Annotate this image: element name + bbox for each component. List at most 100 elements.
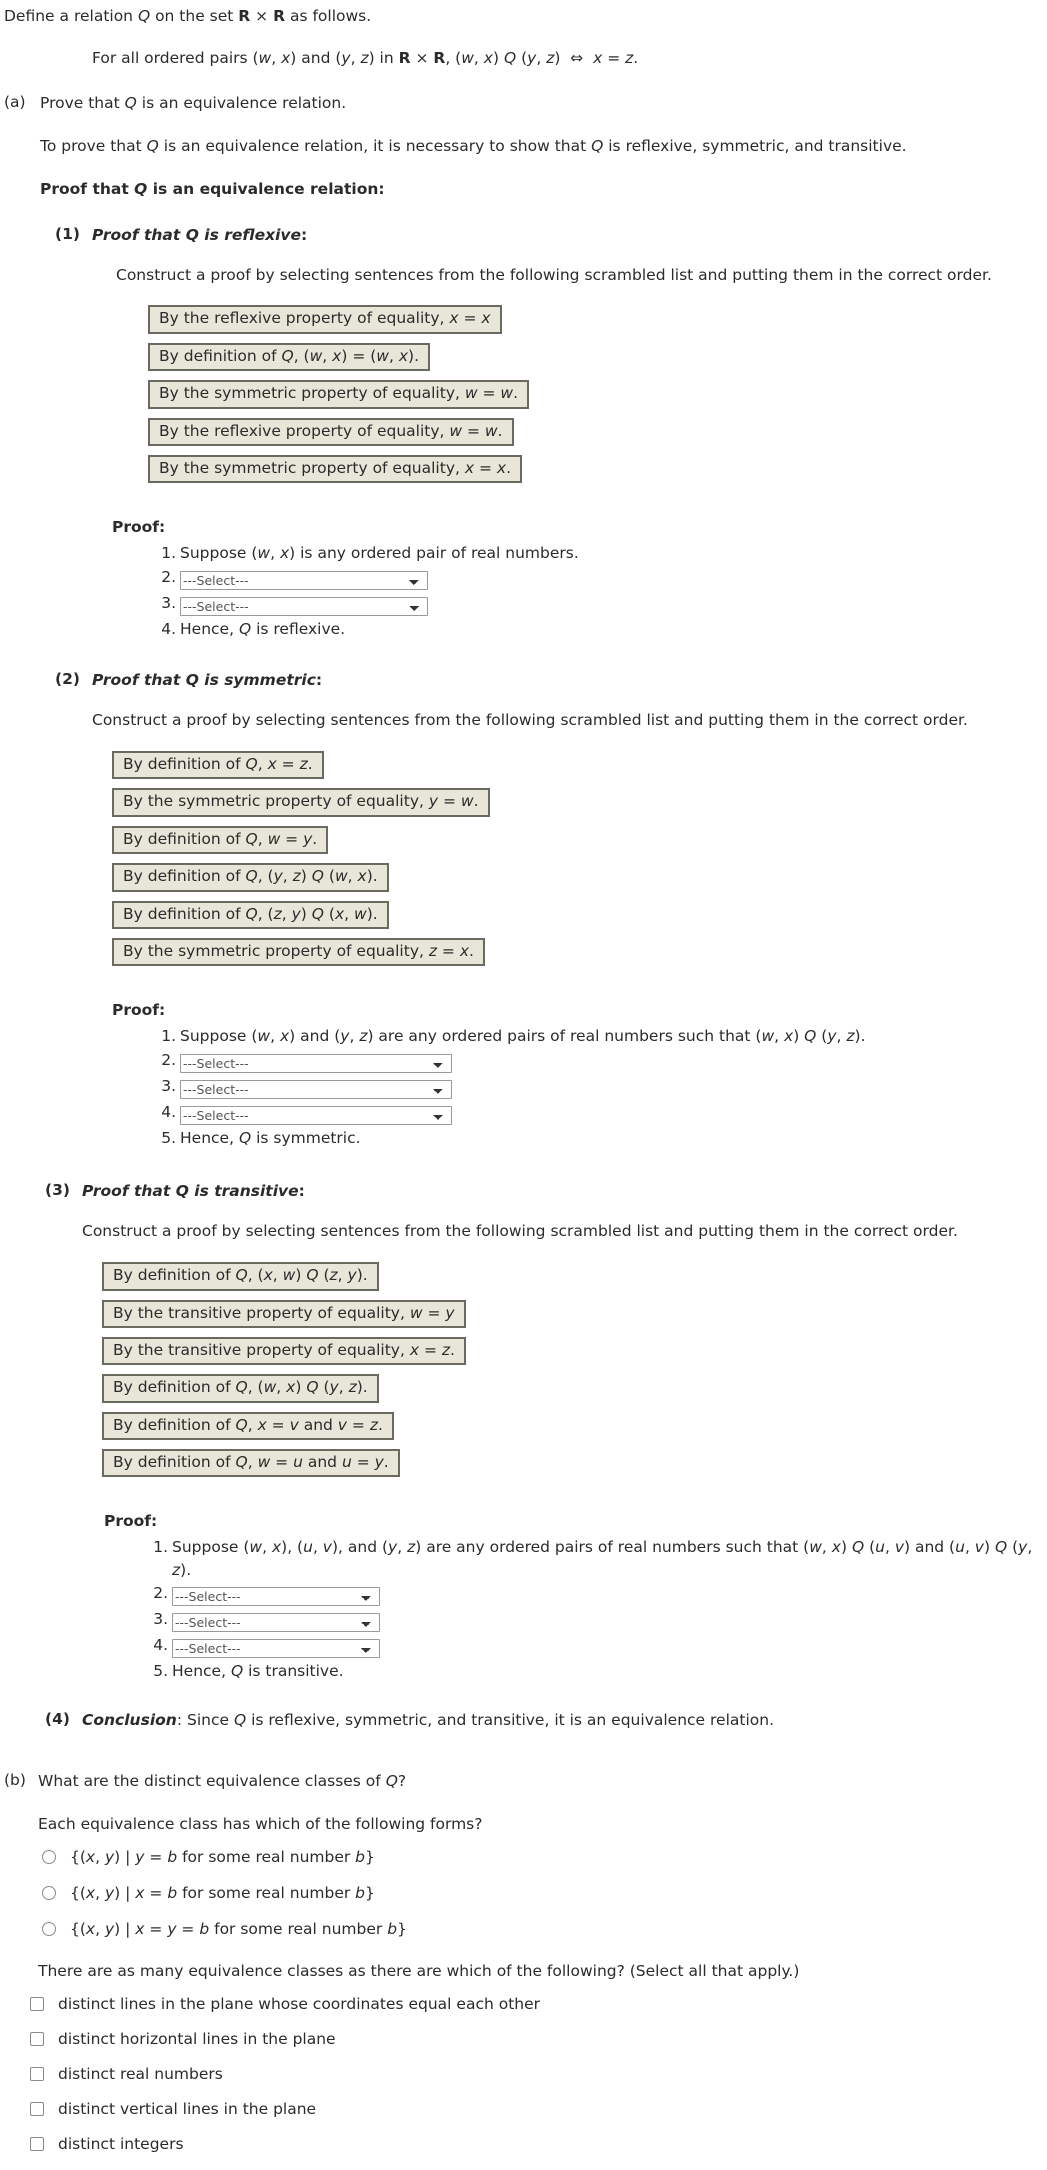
- proof-step: ---Select---: [154, 566, 1047, 590]
- checkbox-icon[interactable]: [30, 2032, 44, 2047]
- conclusion-block: (4) Conclusion: Since Q is reflexive, sy…: [0, 1710, 1047, 1731]
- proof-step: ---Select---: [146, 1582, 1047, 1607]
- relation-definition: Define a relation Q on the set R × R as …: [0, 0, 1047, 27]
- subproof-1-proof-steps: Suppose (w, x) is any ordered pair of re…: [92, 542, 1047, 640]
- checkbox-option-label: distinct horizontal lines in the plane: [58, 2030, 336, 2049]
- subproof-1-num: (1): [55, 224, 80, 243]
- relation-quantifier-text: For all ordered pairs (w, x) and (y, z) …: [92, 48, 639, 67]
- subproof-3-num: (3): [45, 1181, 70, 1200]
- subproof-transitive: (3) Proof that Q is transitive: Construc…: [0, 1181, 1047, 1683]
- scramble-item[interactable]: By the symmetric property of equality, x…: [148, 454, 523, 484]
- proof-step: ---Select---: [154, 1101, 1047, 1125]
- checkbox-option-group: distinct lines in the plane whose coordi…: [30, 1994, 1047, 2155]
- subproof-3-proof-steps: Suppose (w, x), (u, v), and (y, z) are a…: [82, 1536, 1047, 1683]
- radio-button-icon[interactable]: [42, 1921, 56, 1936]
- step-2-select[interactable]: ---Select---: [180, 1053, 452, 1073]
- step-2-select[interactable]: ---Select---: [180, 570, 428, 590]
- scramble-item[interactable]: By the reflexive property of equality, x…: [148, 305, 502, 334]
- part-b: (b) What are the distinct equivalence cl…: [0, 1771, 1047, 1792]
- subproof-1-construct: Construct a proof by selecting sentences…: [116, 265, 992, 284]
- part-a: (a) Prove that Q is an equivalence relat…: [0, 93, 1047, 200]
- radio-button-icon[interactable]: [42, 1885, 56, 1900]
- checkbox-option[interactable]: distinct lines in the plane whose coordi…: [30, 1994, 1047, 2014]
- checkbox-icon[interactable]: [30, 2067, 44, 2082]
- proof-step: ---Select---: [154, 1049, 1047, 1073]
- subproof-2-num: (2): [55, 670, 80, 689]
- checkbox-option[interactable]: distinct horizontal lines in the plane: [30, 2029, 1047, 2049]
- part-a-heading: Proof that Q is an equivalence relation:: [40, 179, 385, 198]
- scramble-item[interactable]: By definition of Q, (y, z) Q (w, x).: [112, 863, 389, 892]
- subproof-3-proof-label: Proof:: [104, 1512, 158, 1531]
- checkbox-option-label: distinct lines in the plane whose coordi…: [58, 1994, 541, 2013]
- radio-option[interactable]: {(x, y) | x = b for some real number b}: [42, 1883, 1047, 1903]
- scramble-item[interactable]: By definition of Q, x = z.: [112, 751, 324, 780]
- scramble-item[interactable]: By definition of Q, x = v and v = z.: [102, 1411, 394, 1441]
- scramble-item[interactable]: By the symmetric property of equality, z…: [112, 937, 485, 967]
- radio-option-label: {(x, y) | y = b for some real number b}: [70, 1847, 375, 1866]
- proof-step: Suppose (w, x) is any ordered pair of re…: [154, 542, 579, 565]
- step-2-select[interactable]: ---Select---: [172, 1587, 380, 1607]
- proof-step: Hence, Q is transitive.: [146, 1660, 344, 1683]
- checkbox-option-label: distinct vertical lines in the plane: [58, 2100, 317, 2119]
- conclusion-body-text: : Since Q is reflexive, symmetric, and t…: [176, 1710, 775, 1729]
- proof-step: ---Select---: [154, 592, 1047, 616]
- scramble-item[interactable]: By the symmetric property of equality, w…: [148, 380, 530, 409]
- relation-quantifier: For all ordered pairs (w, x) and (y, z) …: [92, 48, 1047, 69]
- step-4-select[interactable]: ---Select---: [172, 1639, 380, 1659]
- radio-option[interactable]: {(x, y) | y = b for some real number b}: [42, 1847, 1047, 1867]
- scramble-item[interactable]: By definition of Q, (w, x) = (w, x).: [148, 342, 430, 372]
- part-a-prompt: Prove that Q is an equivalence relation.: [40, 93, 347, 112]
- relation-definition-text: Define a relation Q on the set R × R as …: [4, 7, 372, 25]
- scramble-item[interactable]: By the transitive property of equality, …: [102, 1336, 466, 1366]
- checkbox-option-label: distinct real numbers: [58, 2065, 223, 2084]
- radio-option[interactable]: {(x, y) | x = y = b for some real number…: [42, 1919, 1047, 1939]
- checkbox-option-label: distinct integers: [58, 2135, 184, 2154]
- step-4-select[interactable]: ---Select---: [180, 1105, 452, 1125]
- part-b-prompt: What are the distinct equivalence classe…: [38, 1771, 407, 1790]
- part-a-label: (a): [4, 92, 26, 111]
- subproof-3-scrambled-list: By definition of Q, (x, w) Q (z, y). By …: [102, 1262, 1047, 1486]
- proof-step: Suppose (w, x), (u, v), and (y, z) are a…: [146, 1536, 1033, 1579]
- subproof-reflexive: (1) Proof that Q is reflexive: Construct…: [0, 225, 1047, 641]
- scramble-item[interactable]: By definition of Q, w = u and u = y.: [102, 1449, 400, 1478]
- subproof-2-scrambled-list: By definition of Q, x = z. By the symmet…: [112, 751, 1047, 975]
- step-3-select[interactable]: ---Select---: [180, 1079, 452, 1099]
- proof-step: Suppose (w, x) and (y, z) are any ordere…: [154, 1025, 866, 1048]
- checkbox-option[interactable]: distinct integers: [30, 2134, 1047, 2154]
- radio-option-label: {(x, y) | x = y = b for some real number…: [70, 1919, 407, 1938]
- subproof-3-title: Proof that Q is transitive:: [82, 1182, 305, 1201]
- subproof-2-proof-steps: Suppose (w, x) and (y, z) are any ordere…: [92, 1025, 1047, 1149]
- checkbox-icon[interactable]: [30, 1996, 44, 2011]
- checkbox-icon[interactable]: [30, 2137, 44, 2152]
- subproof-2-proof-label: Proof:: [112, 1001, 166, 1020]
- scramble-item[interactable]: By definition of Q, (w, x) Q (y, z).: [102, 1374, 379, 1403]
- scramble-item[interactable]: By definition of Q, (x, w) Q (z, y).: [102, 1262, 379, 1291]
- exercise-page: Define a relation Q on the set R × R as …: [0, 0, 1047, 2155]
- subproof-1-scrambled-list: By the reflexive property of equality, x…: [148, 305, 1047, 492]
- scramble-item[interactable]: By the symmetric property of equality, y…: [112, 788, 490, 817]
- conclusion-label: Conclusion: [82, 1710, 177, 1729]
- scramble-item[interactable]: By definition of Q, (z, y) Q (x, w).: [112, 900, 389, 929]
- proof-step: ---Select---: [146, 1634, 1047, 1659]
- checkbox-option[interactable]: distinct vertical lines in the plane: [30, 2099, 1047, 2119]
- subproof-2-title: Proof that Q is symmetric:: [92, 671, 323, 690]
- checkbox-option[interactable]: distinct real numbers: [30, 2064, 1047, 2084]
- subproof-1-proof-label: Proof:: [112, 518, 166, 537]
- radio-option-label: {(x, y) | x = b for some real number b}: [70, 1883, 375, 1902]
- proof-step: ---Select---: [146, 1608, 1047, 1633]
- step-3-select[interactable]: ---Select---: [180, 596, 428, 616]
- scramble-item[interactable]: By the reflexive property of equality, w…: [148, 417, 514, 446]
- conclusion-text: Conclusion: Since Q is reflexive, symmet…: [82, 1710, 1047, 1731]
- conclusion-num: (4): [45, 1709, 70, 1728]
- forms-question: Each equivalence class has which of the …: [38, 1814, 483, 1833]
- radio-button-icon[interactable]: [42, 1849, 56, 1864]
- proof-step: ---Select---: [154, 1075, 1047, 1099]
- radio-option-group: {(x, y) | y = b for some real number b} …: [42, 1847, 1047, 1939]
- step-3-select[interactable]: ---Select---: [172, 1613, 380, 1633]
- subproof-2-construct: Construct a proof by selecting sentences…: [92, 711, 968, 730]
- part-b-label: (b): [4, 1770, 26, 1789]
- checkbox-icon[interactable]: [30, 2102, 44, 2117]
- scramble-item[interactable]: By definition of Q, w = y.: [112, 825, 329, 855]
- scramble-item[interactable]: By the transitive property of equality, …: [102, 1299, 466, 1328]
- subproof-3-construct: Construct a proof by selecting sentences…: [82, 1222, 958, 1241]
